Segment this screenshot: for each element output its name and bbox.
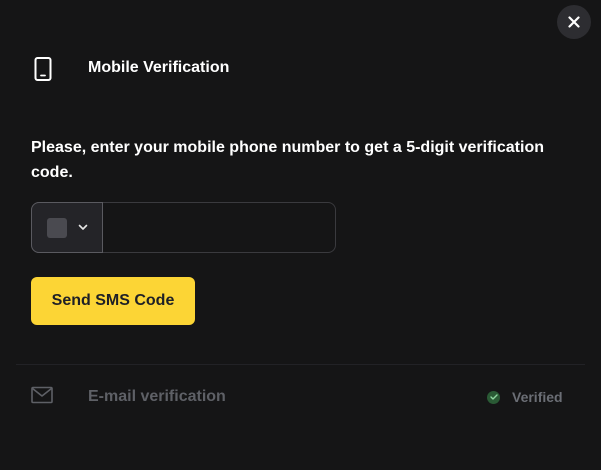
verification-modal: Mobile Verification Please, enter your m… (0, 0, 601, 470)
phone-number-group (31, 202, 336, 253)
close-button[interactable] (557, 5, 591, 39)
phone-number-input[interactable] (103, 203, 335, 252)
section-title: Mobile Verification (88, 59, 230, 76)
check-icon (487, 390, 500, 404)
divider (16, 364, 585, 365)
email-verification-label: E-mail verification (88, 388, 226, 405)
phone-icon (34, 57, 52, 81)
country-flag-icon (47, 217, 67, 238)
mail-icon (31, 386, 53, 404)
verified-status: Verified (487, 389, 563, 405)
email-verification-row: E-mail verification Verified (31, 385, 571, 409)
send-sms-button[interactable]: Send SMS Code (31, 277, 195, 325)
instructions-text: Please, enter your mobile phone number t… (31, 139, 544, 181)
close-icon (568, 16, 580, 28)
country-code-select[interactable] (31, 202, 103, 253)
verified-text: Verified (512, 389, 563, 405)
chevron-down-icon (78, 224, 88, 231)
